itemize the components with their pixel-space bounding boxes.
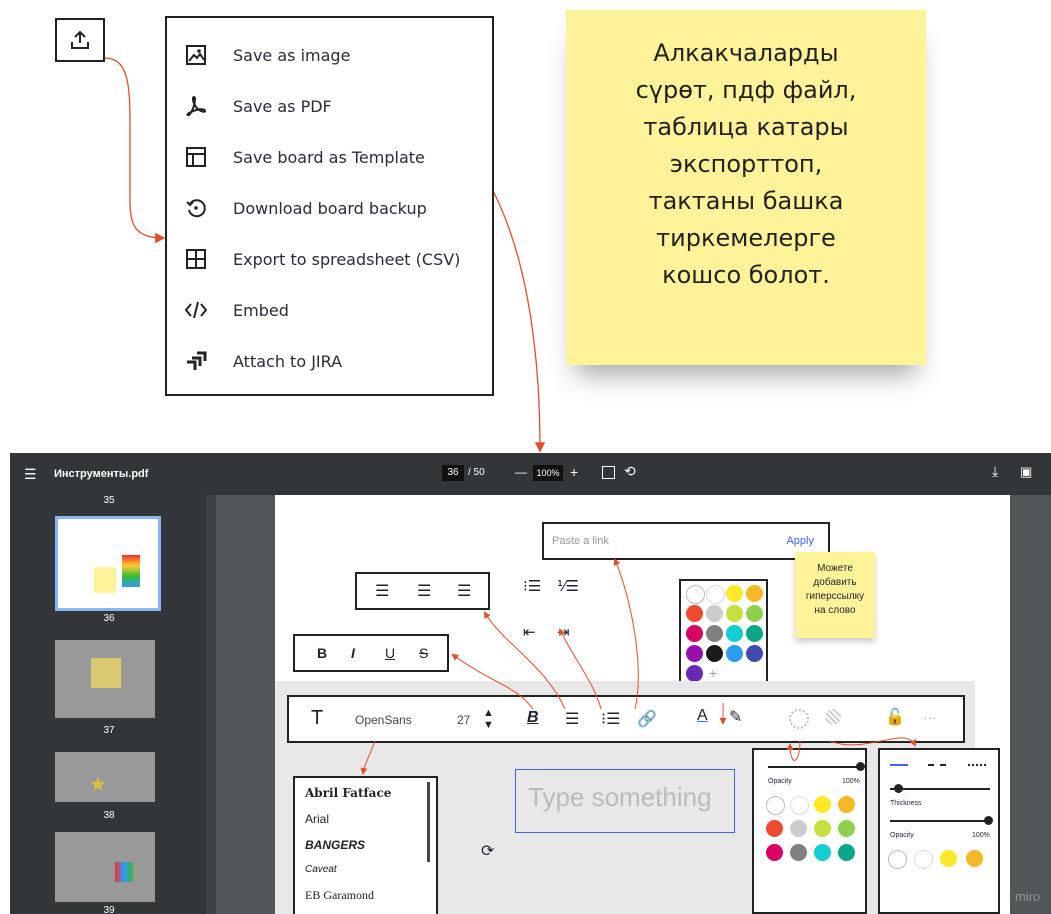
template-icon (183, 144, 209, 170)
rotate-icon[interactable]: ⟲ (624, 463, 636, 480)
thumb-number: 36 (103, 613, 115, 624)
pdf-viewer: ☰ Инструменты.pdf 36 / 50 — 100% + ⟲ ⤓ ▣… (10, 453, 1051, 914)
thumb-number: 38 (103, 810, 115, 821)
jira-icon (183, 348, 209, 374)
thumbnail-page-39[interactable] (55, 832, 155, 902)
menu-item-label: Save board as Template (233, 147, 425, 167)
miro-watermark: miro (1015, 889, 1041, 904)
menu-item-label: Download board backup (233, 198, 427, 218)
download-icon[interactable]: ⤓ (992, 463, 998, 480)
menu-item-save-pdf[interactable]: Save as PDF (183, 91, 332, 121)
thumbnail-page-37[interactable] (55, 640, 155, 718)
thumbnail-page-36[interactable] (55, 516, 161, 611)
thumb-number: 35 (103, 495, 115, 506)
page-total: / 50 (468, 467, 485, 478)
menu-item-label: Attach to JIRA (233, 351, 343, 371)
image-icon (183, 42, 209, 68)
zoom-in-button[interactable]: + (570, 464, 578, 480)
viewer-annotation-arrows (360, 558, 916, 775)
pdf-icon (183, 93, 209, 119)
thumbnail-sidebar: 35 36 37 ★ 38 39 (10, 495, 216, 914)
print-icon[interactable]: ▣ (1020, 464, 1032, 480)
menu-item-label: Save as image (233, 45, 351, 65)
menu-item-label: Embed (233, 300, 289, 320)
backup-icon (183, 195, 209, 221)
export-button[interactable] (55, 18, 105, 62)
zoom-input[interactable]: 100% (533, 465, 563, 481)
export-menu: Save as image Save as PDF Save board as … (165, 16, 494, 396)
menu-item-export-csv[interactable]: Export to spreadsheet (CSV) (183, 244, 460, 274)
menu-item-attach-jira[interactable]: Attach to JIRA (183, 346, 342, 376)
thumb-number: 39 (103, 905, 115, 914)
menu-item-save-image[interactable]: Save as image (183, 40, 350, 70)
sidebar-scrollbar[interactable] (206, 495, 216, 914)
page-number-input[interactable]: 36 (442, 465, 464, 481)
menu-item-label: Save as PDF (233, 96, 332, 116)
document-title: Инструменты.pdf (54, 468, 149, 480)
sticky-note: Алкакчаларды сүрөт, пдф файл, таблица ка… (566, 10, 926, 365)
menu-item-download-backup[interactable]: Download board backup (183, 193, 427, 223)
menu-icon[interactable]: ☰ (24, 466, 37, 483)
upload-icon (71, 30, 89, 49)
viewer-toolbar: ☰ Инструменты.pdf 36 / 50 — 100% + ⟲ ⤓ ▣ (10, 453, 1051, 495)
sticky-note-text: Алкакчаларды сүрөт, пдф файл, таблица ка… (635, 39, 857, 289)
menu-item-embed[interactable]: Embed (183, 295, 289, 325)
code-icon (183, 297, 209, 323)
menu-item-save-template[interactable]: Save board as Template (183, 142, 425, 172)
thumbnail-page-38[interactable]: ★ (55, 752, 155, 802)
grid-icon (183, 246, 209, 272)
thumb-number: 37 (103, 725, 115, 736)
zoom-out-button[interactable]: — (515, 465, 527, 479)
fit-page-icon[interactable] (602, 466, 615, 479)
menu-item-label: Export to spreadsheet (CSV) (233, 249, 461, 269)
